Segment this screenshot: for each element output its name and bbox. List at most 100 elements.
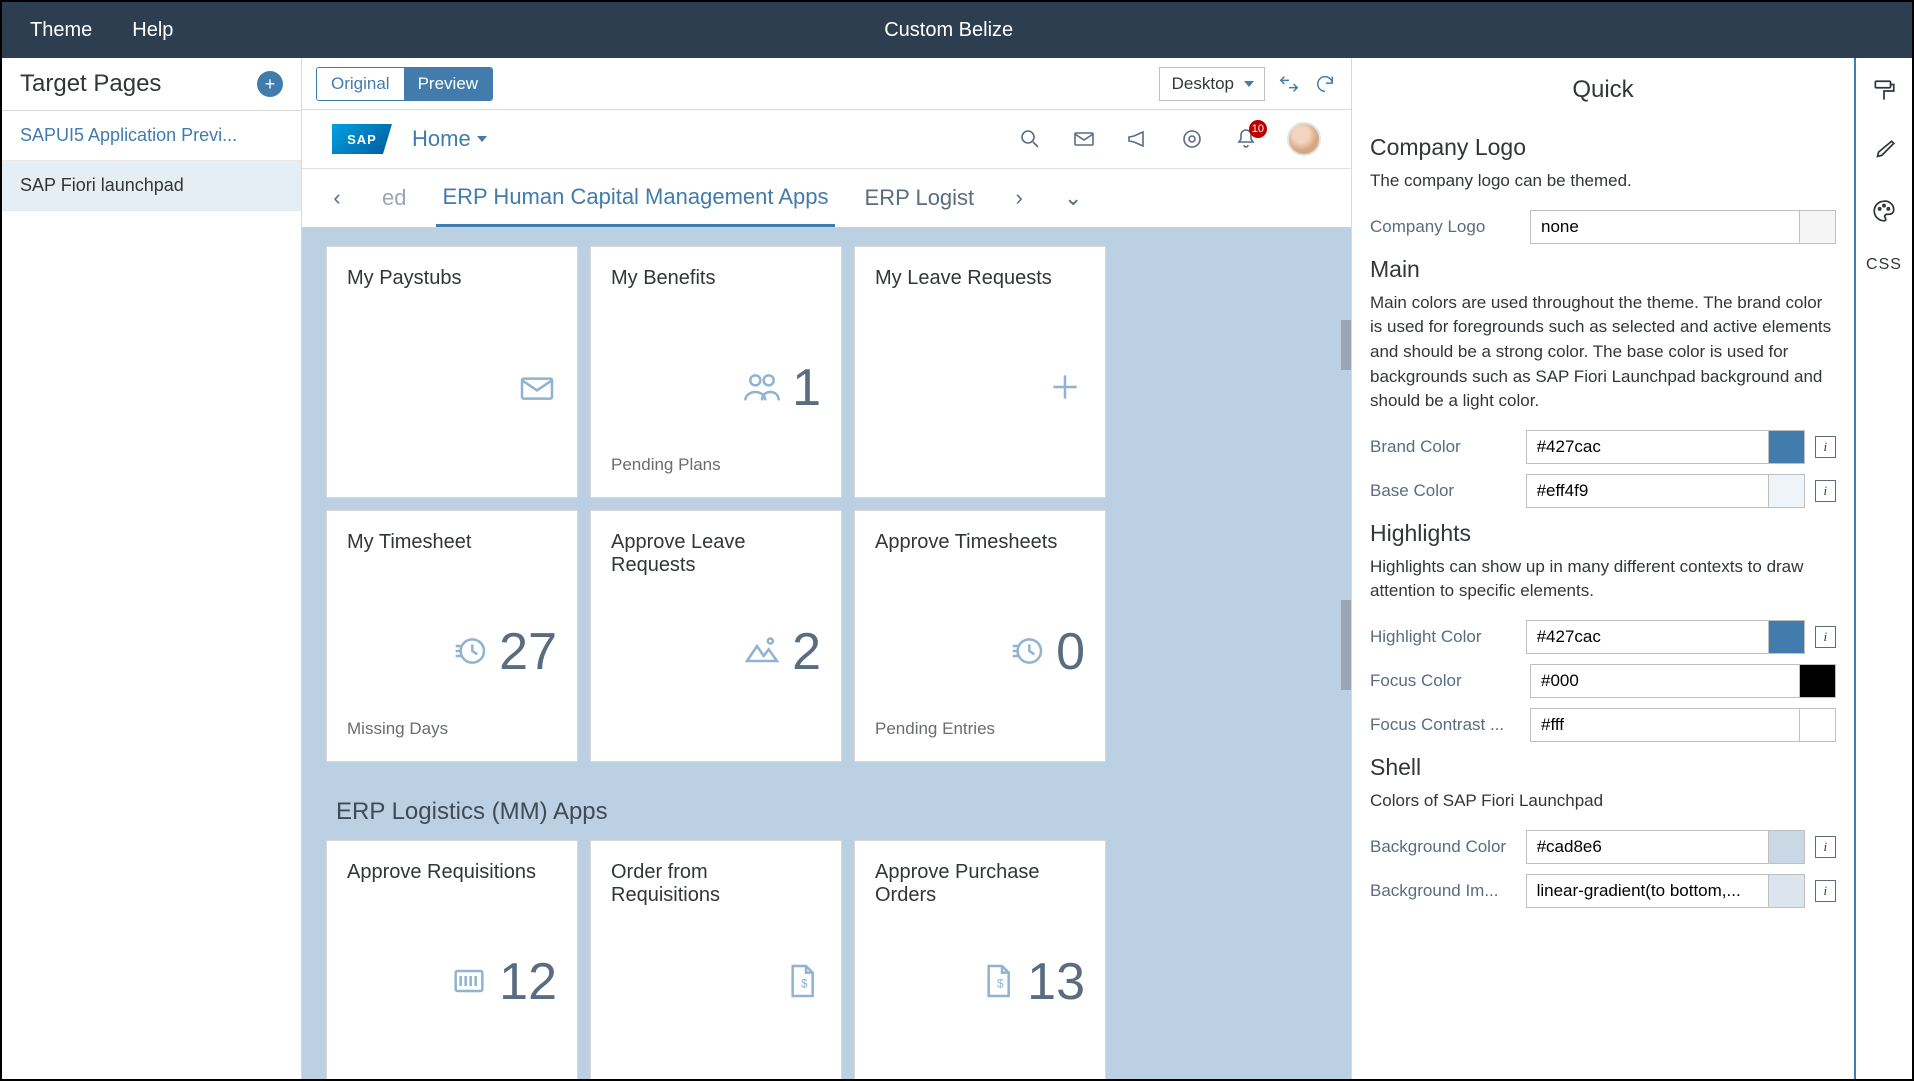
home-button[interactable]: Home: [412, 126, 487, 152]
company-logo-label: Company Logo: [1370, 217, 1520, 237]
theme-title: Custom Belize: [213, 19, 1684, 42]
tile-footer: [875, 455, 1085, 477]
brush-icon[interactable]: [1869, 136, 1899, 166]
focus-contrast-input[interactable]: [1531, 709, 1799, 741]
info-icon[interactable]: i: [1815, 626, 1836, 648]
palette-icon[interactable]: [1869, 196, 1899, 226]
tool-rail: CSS: [1854, 58, 1912, 1079]
mail-icon[interactable]: [1071, 126, 1097, 152]
highlight-color-input[interactable]: [1527, 621, 1768, 653]
main-desc: Main colors are used throughout the them…: [1370, 291, 1836, 414]
sap-logo: SAP: [332, 124, 392, 154]
shell-desc: Colors of SAP Fiori Launchpad: [1370, 789, 1836, 814]
section-company-logo: Company Logo: [1370, 134, 1836, 161]
paint-roller-icon[interactable]: [1869, 76, 1899, 106]
anchor-prev-icon[interactable]: ‹: [322, 183, 352, 213]
tile[interactable]: Approve Timesheets 0 Pending Entries: [854, 510, 1106, 762]
add-page-button[interactable]: +: [257, 71, 283, 97]
scrollbar-thumb[interactable]: [1341, 320, 1351, 370]
copilot-icon[interactable]: [1179, 126, 1205, 152]
section-main: Main: [1370, 256, 1836, 283]
svg-text:$: $: [801, 977, 808, 990]
tile[interactable]: My Paystubs: [326, 246, 578, 498]
tile[interactable]: Approve Leave Requests 2: [590, 510, 842, 762]
launchpad-preview: SAP Home 10 ‹ ed ERP Human Capital Manag…: [302, 110, 1351, 1079]
bg-image-input[interactable]: [1527, 875, 1768, 907]
tile[interactable]: My Benefits 1 Pending Plans: [590, 246, 842, 498]
tile-title: Approve Leave Requests: [611, 531, 821, 585]
avatar[interactable]: [1287, 122, 1321, 156]
tile-title: Approve Requisitions: [347, 861, 557, 915]
anchor-tab-trunc[interactable]: ed: [376, 171, 412, 225]
anchor-next-icon[interactable]: ›: [1004, 183, 1034, 213]
info-icon[interactable]: i: [1815, 480, 1836, 502]
tile-number: 27: [499, 622, 557, 682]
base-color-input[interactable]: [1527, 475, 1768, 507]
page-list: SAPUI5 Application Previ... SAP Fiori la…: [2, 111, 301, 1079]
tile-footer: Missing Days: [347, 719, 557, 741]
tile-title: Order from Requisitions: [611, 861, 821, 915]
preview-button[interactable]: Preview: [404, 68, 492, 100]
notif-badge: 10: [1249, 120, 1267, 138]
top-menubar: Theme Help Custom Belize: [2, 2, 1912, 58]
device-select[interactable]: Desktop: [1159, 67, 1265, 101]
target-pages-panel: Target Pages + SAPUI5 Application Previ.…: [2, 58, 302, 1079]
plus-icon: [1045, 367, 1085, 410]
help-menu[interactable]: Help: [132, 19, 173, 42]
anchor-tab-hcm[interactable]: ERP Human Capital Management Apps: [436, 170, 834, 227]
base-color-label: Base Color: [1370, 481, 1516, 501]
brand-color-label: Brand Color: [1370, 437, 1516, 457]
tile-title: My Leave Requests: [875, 267, 1085, 321]
svg-text:$: $: [997, 977, 1004, 990]
search-icon[interactable]: [1017, 126, 1043, 152]
tile[interactable]: Approve Purchase Orders $13: [854, 840, 1106, 1079]
anchor-overflow-icon[interactable]: ⌄: [1058, 183, 1088, 213]
theme-menu[interactable]: Theme: [30, 19, 92, 42]
brand-color-input[interactable]: [1527, 431, 1768, 463]
anchor-tab-logistics[interactable]: ERP Logist: [859, 171, 981, 225]
company-logo-input[interactable]: [1531, 211, 1799, 243]
target-pages-heading: Target Pages: [20, 70, 161, 98]
money-doc-icon: $: [977, 961, 1017, 1004]
css-tab[interactable]: CSS: [1866, 256, 1902, 274]
scrollbar-thumb[interactable]: [1341, 600, 1351, 690]
tile-title: My Paystubs: [347, 267, 557, 321]
tile-title: My Benefits: [611, 267, 821, 321]
preview-toolbar: Original Preview Desktop: [302, 58, 1351, 110]
bg-image-label: Background Im...: [1370, 881, 1516, 901]
shell-header: SAP Home 10: [302, 110, 1351, 168]
tile-number: 0: [1056, 622, 1085, 682]
focus-color-input[interactable]: [1531, 665, 1799, 697]
compare-icon[interactable]: [1277, 72, 1301, 96]
bg-color-input[interactable]: [1527, 831, 1768, 863]
info-icon[interactable]: i: [1815, 436, 1836, 458]
tile-number: 1: [792, 358, 821, 418]
page-item-sapui5[interactable]: SAPUI5 Application Previ...: [2, 111, 301, 161]
panel-title: Quick: [1370, 66, 1836, 122]
tile-footer: [611, 1049, 821, 1071]
focus-color-label: Focus Color: [1370, 671, 1520, 691]
tile-number: 2: [792, 622, 821, 682]
refresh-icon[interactable]: [1313, 72, 1337, 96]
preview-area: Original Preview Desktop SAP Home: [302, 58, 1352, 1079]
properties-panel: Quick Company Logo The company logo can …: [1352, 58, 1912, 1079]
tile[interactable]: My Leave Requests: [854, 246, 1106, 498]
tile-title: Approve Timesheets: [875, 531, 1085, 585]
section-highlights: Highlights: [1370, 520, 1836, 547]
tile[interactable]: My Timesheet 27 Missing Days: [326, 510, 578, 762]
notifications-icon[interactable]: 10: [1233, 126, 1259, 152]
mountain-icon: [742, 631, 782, 674]
info-icon[interactable]: i: [1815, 880, 1836, 902]
info-icon[interactable]: i: [1815, 836, 1836, 858]
focus-contrast-label: Focus Contrast ...: [1370, 715, 1520, 735]
tile-footer: [611, 719, 821, 741]
logo-desc: The company logo can be themed.: [1370, 169, 1836, 194]
page-item-launchpad[interactable]: SAP Fiori launchpad: [2, 161, 301, 211]
original-button[interactable]: Original: [317, 68, 404, 100]
bg-color-label: Background Color: [1370, 837, 1516, 857]
tile[interactable]: Approve Requisitions 12: [326, 840, 578, 1079]
announcement-icon[interactable]: [1125, 126, 1151, 152]
people-icon: [742, 367, 782, 410]
tile[interactable]: Order from Requisitions $: [590, 840, 842, 1079]
tile-footer: Pending Plans: [611, 455, 821, 477]
